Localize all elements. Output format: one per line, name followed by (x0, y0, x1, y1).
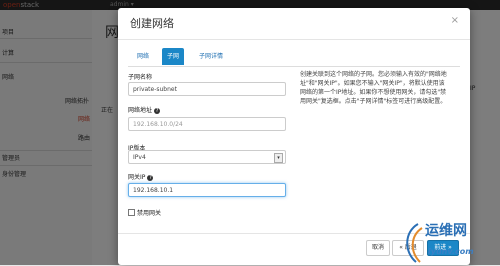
close-icon[interactable]: × (451, 15, 459, 26)
wizard-tabs: 网络 子网 子网详情 (128, 48, 460, 67)
help-description: 创建关联到这个网络的子网。您必须输入有效的"网络地址"和"网关IP"。如果您不输… (300, 71, 447, 105)
network-address-input[interactable]: 192.168.10.0/24 (128, 117, 286, 131)
ip-version-value: IPv4 (133, 154, 146, 161)
tab-subnet[interactable]: 子网 (162, 48, 185, 65)
disable-gateway-label: 禁用网关 (137, 210, 162, 217)
gateway-ip-label: 网关IP? (128, 174, 154, 181)
chevron-down-icon: ▾ (274, 153, 283, 163)
cancel-button[interactable]: 取消 (366, 240, 390, 256)
subnet-name-input[interactable]: private-subnet (128, 82, 286, 96)
disable-gateway-checkbox[interactable] (128, 209, 135, 216)
modal-title: 创建网络 (130, 17, 174, 30)
modal-header: 创建网络 × (118, 8, 470, 40)
watermark-url: iyunv.com (428, 247, 474, 256)
tab-network[interactable]: 网络 (132, 48, 154, 65)
ip-version-select[interactable]: IPv4 ▾ (128, 150, 286, 164)
help-icon: ? (154, 107, 161, 114)
subnet-name-label: 子网名称 (128, 74, 153, 81)
gateway-ip-input[interactable]: 192.168.10.1 (128, 183, 286, 197)
help-icon: ? (147, 174, 154, 181)
watermark-text: 运维网 (425, 223, 467, 239)
tab-subnet-details[interactable]: 子网详情 (194, 48, 228, 65)
network-address-label: 网络地址? (128, 107, 161, 114)
